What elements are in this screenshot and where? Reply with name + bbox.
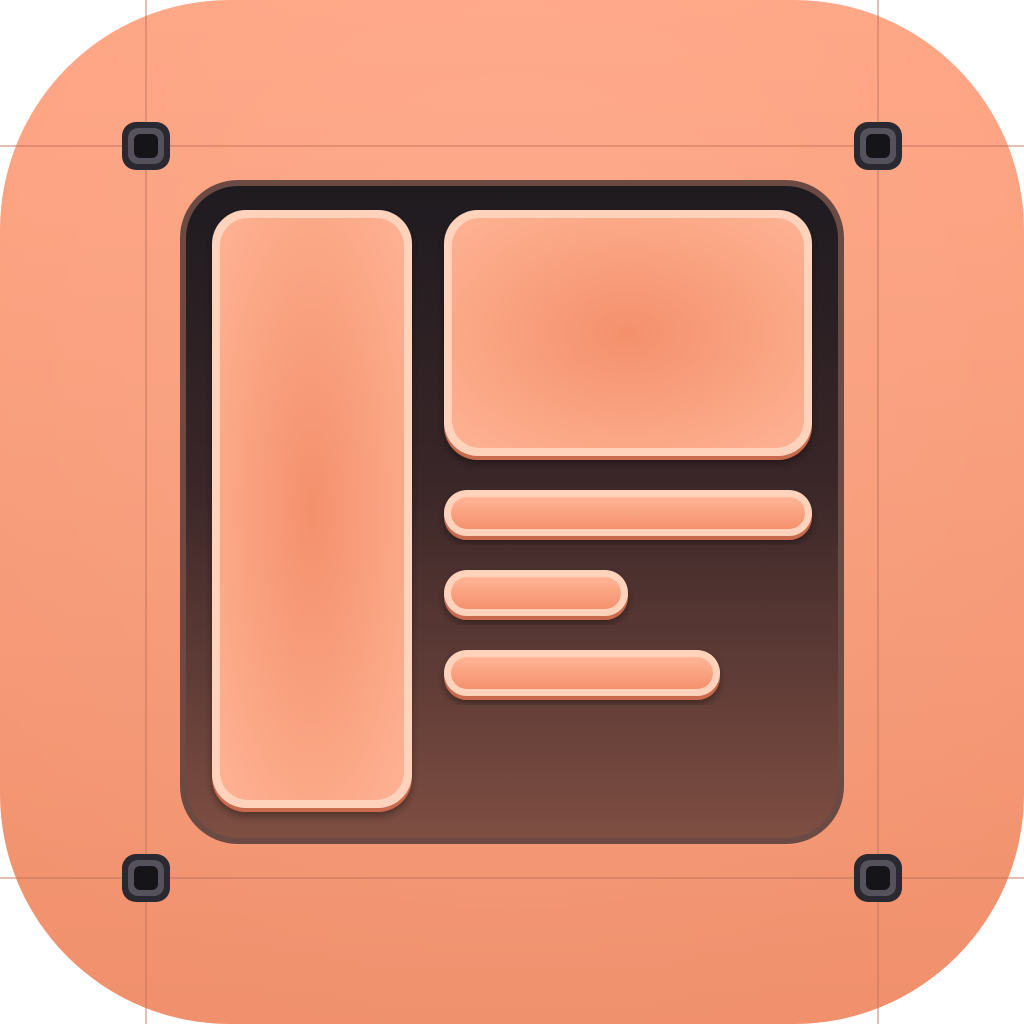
layout-template-icon <box>0 0 1024 1024</box>
header-tile <box>444 210 812 460</box>
text-line-2 <box>444 570 628 620</box>
screw-icon-top-right <box>854 122 902 170</box>
screw-icon-bottom-right <box>854 854 902 902</box>
sidebar-tile <box>212 210 412 812</box>
screw-icon-top-left <box>122 122 170 170</box>
app-icon-stage <box>0 0 1024 1024</box>
text-line-1 <box>444 490 812 540</box>
text-line-3 <box>444 650 720 700</box>
screw-icon-bottom-left <box>122 854 170 902</box>
